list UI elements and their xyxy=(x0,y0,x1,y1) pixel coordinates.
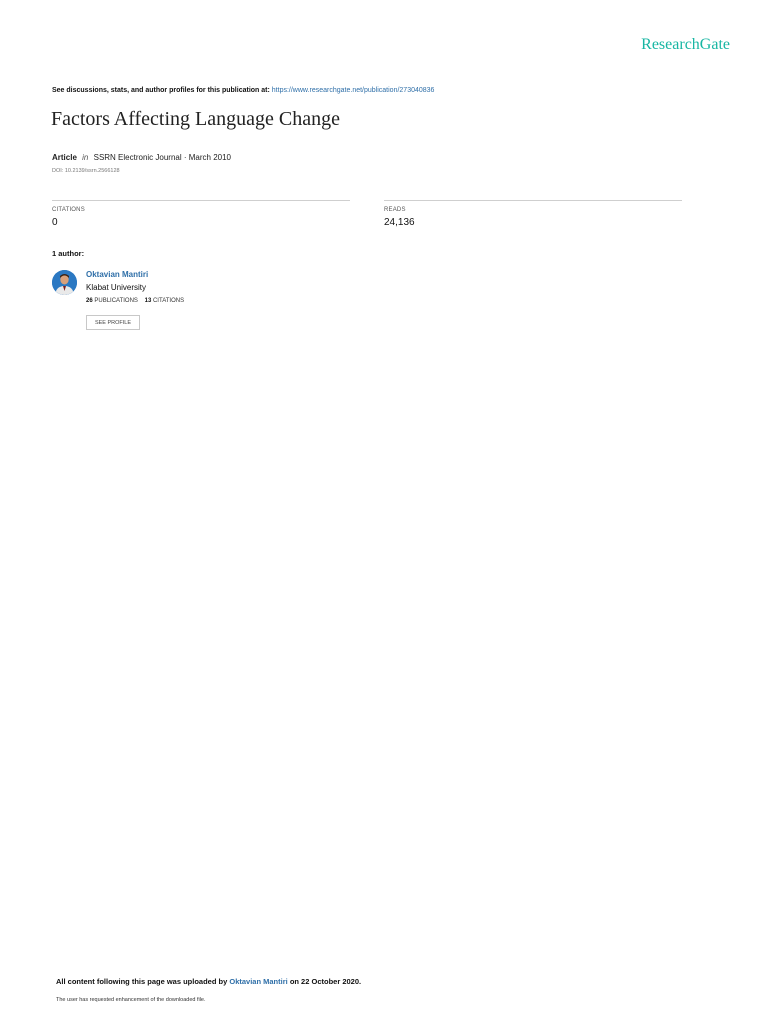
upload-suffix: on 22 October 2020. xyxy=(289,977,362,986)
publication-link[interactable]: https://www.researchgate.net/publication… xyxy=(272,87,435,94)
article-type: Article xyxy=(52,153,77,162)
reads-divider xyxy=(384,200,682,201)
author-affiliation: Klabat University xyxy=(86,283,147,292)
author-counts: 26 PUBLICATIONS 13 CITATIONS xyxy=(86,298,184,304)
article-meta: Article in SSRN Electronic Journal · Mar… xyxy=(52,153,231,162)
reads-value: 24,136 xyxy=(384,217,415,228)
in-label: in xyxy=(82,153,89,162)
author-avatar[interactable] xyxy=(52,270,77,295)
author-citations-label: CITATIONS xyxy=(152,298,185,304)
discussion-line: See discussions, stats, and author profi… xyxy=(52,87,434,94)
author-citations-count: 13 xyxy=(144,298,152,304)
reads-label: READS xyxy=(384,207,406,213)
article-title: Factors Affecting Language Change xyxy=(51,108,340,130)
citations-value: 0 xyxy=(52,217,58,228)
discussion-text: See discussions, stats, and author profi… xyxy=(52,87,270,94)
upload-notice: All content following this page was uplo… xyxy=(56,977,361,986)
citations-divider xyxy=(52,200,350,201)
citations-label: CITATIONS xyxy=(52,207,85,213)
see-profile-button[interactable]: SEE PROFILE xyxy=(86,315,140,330)
journal-date: SSRN Electronic Journal · March 2010 xyxy=(93,153,231,162)
person-photo-icon xyxy=(52,270,77,295)
publications-label: PUBLICATIONS xyxy=(94,298,138,304)
researchgate-logo: ResearchGate xyxy=(641,36,730,53)
upload-prefix: All content following this page was uplo… xyxy=(56,977,228,986)
uploader-link[interactable]: Oktavian Mantiri xyxy=(229,977,287,986)
publications-count: 26 xyxy=(86,298,93,304)
author-name[interactable]: Oktavian Mantiri xyxy=(86,270,148,279)
article-doi: DOI: 10.2139/ssrn.2566128 xyxy=(52,168,120,174)
enhancement-note: The user has requested enhancement of th… xyxy=(56,997,206,1003)
authors-heading: 1 author: xyxy=(52,249,85,258)
